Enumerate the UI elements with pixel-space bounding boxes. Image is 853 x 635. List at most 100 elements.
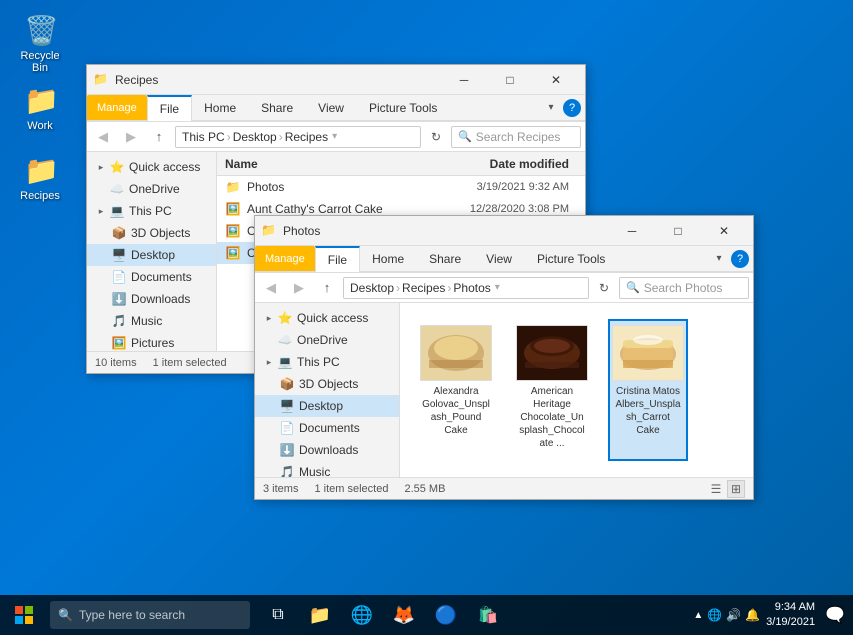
help-btn-1[interactable]: ?	[563, 99, 581, 117]
notifications-btn[interactable]: 🗨️	[825, 605, 845, 625]
address-path-1[interactable]: This PC › Desktop › Recipes ▾	[175, 126, 421, 148]
maximize-button-1[interactable]: □	[487, 65, 533, 95]
path-part-thispc-1[interactable]: This PC	[182, 130, 225, 144]
file-tab-2[interactable]: File	[315, 246, 360, 272]
back-btn-1[interactable]: ◀	[91, 125, 115, 149]
path-part-recipes-1[interactable]: Recipes	[285, 130, 328, 144]
manage-tab-1[interactable]: Manage	[87, 95, 147, 120]
home-tab-1[interactable]: Home	[192, 95, 249, 120]
list-view-btn[interactable]: ☰	[707, 480, 725, 498]
path-part-recipes-2[interactable]: Recipes	[402, 281, 445, 295]
back-btn-2[interactable]: ◀	[259, 276, 283, 300]
path-part-desktop-2[interactable]: Desktop	[350, 281, 394, 295]
picture-tools-tab-1[interactable]: Picture Tools	[357, 95, 450, 120]
grid-view-btn[interactable]: ⊞	[727, 480, 745, 498]
picture-tools-tab-2[interactable]: Picture Tools	[525, 246, 618, 271]
tray-chevron[interactable]: ▲	[693, 610, 703, 621]
maximize-button-2[interactable]: □	[655, 216, 701, 246]
sidebar-thispc-1[interactable]: ▸ 💻 This PC	[87, 200, 216, 222]
photo-thumb-1[interactable]: Alexandra Golovac_Unsplash_Pound Cake	[416, 319, 496, 461]
network-icon[interactable]: 🌐	[707, 608, 722, 622]
file-item-photos[interactable]: 📁 Photos 3/19/2021 9:32 AM	[217, 176, 585, 198]
refresh-btn-1[interactable]: ↻	[425, 126, 447, 148]
search-icon-1: 🔍	[458, 130, 472, 143]
search-box-1[interactable]: 🔍 Search Recipes	[451, 126, 581, 148]
home-tab-2[interactable]: Home	[360, 246, 417, 271]
chrome-btn[interactable]: 🔵	[426, 595, 466, 635]
path-dropdown-1[interactable]: ▾	[332, 131, 337, 142]
recipes-ribbon: Manage File Home Share View Picture Tool…	[87, 95, 585, 122]
close-button-2[interactable]: ✕	[701, 216, 747, 246]
taskbar-search[interactable]: 🔍	[50, 601, 250, 629]
sidebar-desktop-2[interactable]: 🖥️ Desktop	[255, 395, 399, 417]
store-btn[interactable]: 🛍️	[468, 595, 508, 635]
sidebar-documents-2[interactable]: 📄 Documents	[255, 417, 399, 439]
sidebar-downloads-1[interactable]: ⬇️ Downloads	[87, 288, 216, 310]
sidebar-3dobjects-1[interactable]: 📦 3D Objects	[87, 222, 216, 244]
minimize-button-1[interactable]: ─	[441, 65, 487, 95]
sidebar-documents-1[interactable]: 📄 Documents	[87, 266, 216, 288]
view-tab-2[interactable]: View	[474, 246, 525, 271]
sidebar-desktop-1[interactable]: 🖥️ Desktop	[87, 244, 216, 266]
firefox-btn[interactable]: 🦊	[384, 595, 424, 635]
close-button-1[interactable]: ✕	[533, 65, 579, 95]
sidebar-downloads-2[interactable]: ⬇️ Downloads	[255, 439, 399, 461]
path-part-desktop-1[interactable]: Desktop	[233, 130, 277, 144]
col-date-header[interactable]: Date modified	[417, 157, 577, 171]
file-explorer-taskbar[interactable]: 📁	[300, 595, 340, 635]
taskbar-clock[interactable]: 9:34 AM 3/19/2021	[766, 600, 815, 631]
share-tab-1[interactable]: Share	[249, 95, 306, 120]
search-box-2[interactable]: 🔍 Search Photos	[619, 277, 749, 299]
sidebar-quickaccess-2[interactable]: ▸ ⭐ Quick access	[255, 307, 399, 329]
ribbon-collapse-btn-1[interactable]: ▾	[539, 96, 563, 120]
downloads-icon: ⬇️	[111, 291, 127, 307]
manage-tab-2[interactable]: Manage	[255, 246, 315, 271]
sidebar-onedrive-1[interactable]: ☁️ OneDrive	[87, 178, 216, 200]
notification-icon[interactable]: 🔔	[745, 608, 760, 622]
photo-thumb-3[interactable]: Cristina Matos Albers_Unsplash_Carrot Ca…	[608, 319, 688, 461]
recipes-title-icon: 📁	[93, 72, 109, 88]
desktop-icon-work[interactable]: 📁 Work	[10, 80, 70, 136]
quickaccess-icon: ⭐	[109, 159, 125, 175]
thispc-icon: 💻	[109, 203, 125, 219]
address-path-2[interactable]: Desktop › Recipes › Photos ▾	[343, 277, 589, 299]
sidebar-onedrive-2[interactable]: ☁️ OneDrive	[255, 329, 399, 351]
sidebar-quickaccess-1[interactable]: ▸ ⭐ Quick access	[87, 156, 216, 178]
task-view-btn[interactable]: ⧉	[258, 595, 298, 635]
sidebar-music-1[interactable]: 🎵 Music	[87, 310, 216, 332]
desktop-icon-side: 🖥️	[111, 247, 127, 263]
up-btn-1[interactable]: ↑	[147, 125, 171, 149]
col-name-header[interactable]: Name	[225, 157, 417, 171]
minimize-button-2[interactable]: ─	[609, 216, 655, 246]
desktop-label-side: Desktop	[131, 248, 175, 262]
photos-window-title: Photos	[283, 224, 609, 238]
up-btn-2[interactable]: ↑	[315, 276, 339, 300]
separator3: ›	[396, 281, 400, 295]
status-items-2: 3 items	[263, 483, 298, 495]
search-magnifier: 🔍	[58, 608, 73, 622]
path-part-photos-2[interactable]: Photos	[453, 281, 490, 295]
refresh-btn-2[interactable]: ↻	[593, 277, 615, 299]
desktop-icon-recipes[interactable]: 📁 Recipes	[10, 150, 70, 206]
edge-browser-btn[interactable]: 🌐	[342, 595, 382, 635]
forward-btn-1[interactable]: ▶	[119, 125, 143, 149]
sidebar-3dobjects-2[interactable]: 📦 3D Objects	[255, 373, 399, 395]
help-btn-2[interactable]: ?	[731, 250, 749, 268]
start-button[interactable]	[0, 595, 48, 635]
file-date-carrot: 12/28/2020 3:08 PM	[417, 203, 577, 215]
photo-thumb-2[interactable]: American Heritage Chocolate_Unsplash_Cho…	[512, 319, 592, 461]
forward-btn-2[interactable]: ▶	[287, 276, 311, 300]
sidebar-pictures-1[interactable]: 🖼️ Pictures	[87, 332, 216, 351]
desktop-icon-recyclebin[interactable]: 🗑️ Recycle Bin	[10, 10, 70, 78]
taskbar-search-input[interactable]	[79, 608, 229, 622]
file-tab-1[interactable]: File	[147, 95, 192, 121]
ribbon-collapse-btn-2[interactable]: ▾	[707, 247, 731, 271]
music-label: Music	[131, 314, 162, 328]
volume-icon[interactable]: 🔊	[726, 608, 741, 622]
sidebar-thispc-2[interactable]: ▸ 💻 This PC	[255, 351, 399, 373]
path-dropdown-2[interactable]: ▾	[495, 282, 500, 293]
view-tab-1[interactable]: View	[306, 95, 357, 120]
sidebar-music-2[interactable]: 🎵 Music	[255, 461, 399, 477]
photo-img-2	[516, 325, 588, 381]
share-tab-2[interactable]: Share	[417, 246, 474, 271]
